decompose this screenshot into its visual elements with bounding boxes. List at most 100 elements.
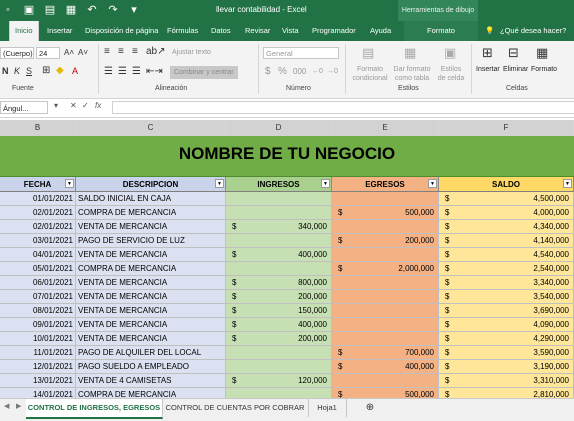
descripcion-cell[interactable]: COMPRA DE MERCANCIA — [76, 262, 226, 276]
saldo-cell[interactable]: $4,290,000 — [439, 332, 574, 346]
ingresos-cell[interactable]: $200,000 — [226, 332, 332, 346]
delete-button[interactable]: Eliminar — [503, 65, 528, 74]
tab-revisar[interactable]: Revisar — [245, 21, 270, 41]
egresos-cell[interactable] — [332, 192, 439, 206]
fecha-cell[interactable]: 09/01/2021 — [0, 318, 76, 332]
header-saldo[interactable]: SALDO ▼ — [439, 177, 574, 192]
sheet-tab-cuentas-cobrar[interactable]: CONTROL DE CUENTAS POR COBRAR — [162, 399, 309, 417]
align-bottom-icon[interactable]: ≡ — [132, 46, 138, 58]
bold-icon[interactable]: N — [2, 65, 9, 77]
saldo-cell[interactable]: $4,500,000 — [439, 192, 574, 206]
shrink-font-icon[interactable]: A˅ — [78, 47, 88, 59]
fecha-cell[interactable]: 02/01/2021 — [0, 220, 76, 234]
tell-me-box[interactable]: ¿Qué desea hacer? — [500, 21, 566, 41]
currency-icon[interactable]: $ — [265, 66, 271, 78]
saldo-cell[interactable]: $2,810,000 — [439, 388, 574, 398]
tab-vista[interactable]: Vista — [282, 21, 299, 41]
tab-ayuda[interactable]: Ayuda — [370, 21, 391, 41]
align-top-icon[interactable]: ≡ — [104, 46, 110, 58]
egresos-cell[interactable] — [332, 290, 439, 304]
layout-icon[interactable]: ▤ — [44, 3, 56, 17]
ingresos-cell[interactable] — [226, 346, 332, 360]
descripcion-cell[interactable]: PAGO SUELDO A EMPLEADO — [76, 360, 226, 374]
comma-icon[interactable]: 000 — [293, 66, 306, 78]
fecha-cell[interactable]: 01/01/2021 — [0, 192, 76, 206]
saldo-cell[interactable]: $3,590,000 — [439, 346, 574, 360]
egresos-cell[interactable]: $400,000 — [332, 360, 439, 374]
column-header-c[interactable]: C — [76, 120, 226, 136]
egresos-cell[interactable] — [332, 304, 439, 318]
fecha-cell[interactable]: 03/01/2021 — [0, 234, 76, 248]
egresos-cell[interactable] — [332, 276, 439, 290]
header-descripcion[interactable]: DESCRIPCION ▼ — [76, 177, 226, 192]
fill-color-icon[interactable]: ◆ — [56, 65, 64, 77]
insert-function-icon[interactable]: fx — [95, 101, 101, 110]
tab-datos[interactable]: Datos — [211, 21, 231, 41]
saldo-cell[interactable]: $4,540,000 — [439, 248, 574, 262]
merge-center-button[interactable]: Combinar y centrar — [170, 66, 238, 79]
fecha-cell[interactable]: 07/01/2021 — [0, 290, 76, 304]
indent-icon[interactable]: ⇤⇥ — [146, 66, 163, 78]
saldo-cell[interactable]: $4,090,000 — [439, 318, 574, 332]
align-left-icon[interactable]: ☰ — [104, 66, 113, 78]
egresos-cell[interactable] — [332, 318, 439, 332]
descripcion-cell[interactable]: VENTA DE MERCANCIA — [76, 318, 226, 332]
tab-inicio[interactable]: Inicio — [9, 21, 39, 41]
format-table-button[interactable]: Dar formato como tabla — [392, 65, 432, 83]
descripcion-cell[interactable]: PAGO DE ALQUILER DEL LOCAL — [76, 346, 226, 360]
ingresos-cell[interactable] — [226, 234, 332, 248]
add-sheet-button[interactable]: ⊕ — [360, 399, 380, 417]
saldo-cell[interactable]: $2,540,000 — [439, 262, 574, 276]
saldo-cell[interactable]: $4,000,000 — [439, 206, 574, 220]
descripcion-cell[interactable]: VENTA DE MERCANCIA — [76, 248, 226, 262]
header-ingresos[interactable]: INGRESOS ▼ — [226, 177, 332, 192]
descripcion-cell[interactable]: VENTA DE MERCANCIA — [76, 304, 226, 318]
percent-icon[interactable]: % — [278, 66, 287, 78]
header-fecha[interactable]: FECHA ▼ — [0, 177, 76, 192]
ingresos-cell[interactable]: $340,000 — [226, 220, 332, 234]
enter-icon[interactable]: ✓ — [82, 101, 89, 110]
fecha-cell[interactable]: 12/01/2021 — [0, 360, 76, 374]
egresos-cell[interactable] — [332, 332, 439, 346]
redo-icon[interactable]: ↷ — [107, 3, 119, 17]
align-center-icon[interactable]: ☰ — [118, 66, 127, 78]
tab-insertar[interactable]: Insertar — [47, 21, 72, 41]
saldo-cell[interactable]: $3,340,000 — [439, 276, 574, 290]
filter-dropdown-icon[interactable]: ▼ — [563, 179, 572, 188]
descripcion-cell[interactable]: VENTA DE MERCANCIA — [76, 276, 226, 290]
grow-font-icon[interactable]: A˄ — [64, 47, 74, 59]
undo-icon[interactable]: ↶ — [86, 3, 98, 17]
saldo-cell[interactable]: $3,540,000 — [439, 290, 574, 304]
sheet-tab-hoja1[interactable]: Hoja1 — [308, 399, 347, 417]
fecha-cell[interactable]: 04/01/2021 — [0, 248, 76, 262]
descripcion-cell[interactable]: VENTA DE MERCANCIA — [76, 290, 226, 304]
descripcion-cell[interactable]: VENTA DE MERCANCIA — [76, 220, 226, 234]
save-icon[interactable]: ▣ — [23, 3, 35, 17]
ingresos-cell[interactable]: $150,000 — [226, 304, 332, 318]
next-sheet-icon[interactable]: ▶ — [16, 402, 21, 410]
name-box-dropdown-icon[interactable]: ▾ — [54, 101, 58, 110]
saldo-cell[interactable]: $4,340,000 — [439, 220, 574, 234]
tab-formulas[interactable]: Fórmulas — [167, 21, 198, 41]
column-header-e[interactable]: E — [332, 120, 439, 136]
egresos-cell[interactable]: $500,000 — [332, 388, 439, 398]
egresos-cell[interactable]: $500,000 — [332, 206, 439, 220]
ingresos-cell[interactable]: $400,000 — [226, 248, 332, 262]
fecha-cell[interactable]: 10/01/2021 — [0, 332, 76, 346]
prev-sheet-icon[interactable]: ◀ — [4, 402, 9, 410]
font-color-icon[interactable]: A — [72, 65, 78, 77]
font-size-select[interactable]: 24 — [36, 47, 60, 59]
tab-formato[interactable]: Formato — [404, 21, 478, 41]
fecha-cell[interactable]: 13/01/2021 — [0, 374, 76, 388]
decrease-decimal-icon[interactable]: →0 — [327, 66, 338, 78]
egresos-cell[interactable] — [332, 220, 439, 234]
egresos-cell[interactable]: $700,000 — [332, 346, 439, 360]
fecha-cell[interactable]: 05/01/2021 — [0, 262, 76, 276]
name-box[interactable]: Ángul... — [0, 101, 48, 114]
ingresos-cell[interactable]: $800,000 — [226, 276, 332, 290]
ingresos-cell[interactable] — [226, 206, 332, 220]
fecha-cell[interactable]: 08/01/2021 — [0, 304, 76, 318]
column-header-d[interactable]: D — [226, 120, 332, 136]
sheet-tab-ingresos-egresos[interactable]: CONTROL DE INGRESOS, EGRESOS — [26, 399, 163, 419]
formula-input[interactable] — [112, 101, 574, 114]
